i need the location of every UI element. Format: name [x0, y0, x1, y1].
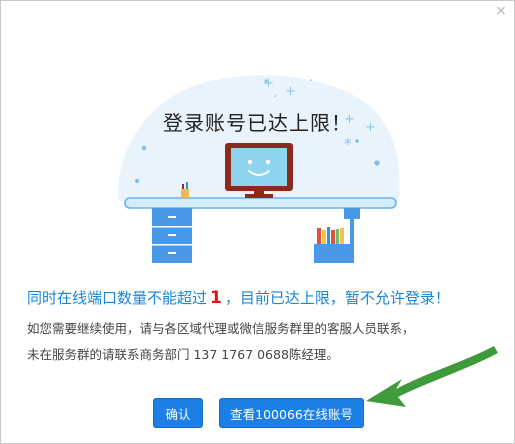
- svg-text:+: +: [365, 120, 376, 135]
- monitor-smile-icon: [225, 143, 293, 198]
- limit-message-suffix: ，目前已达上限，暂不允许登录！: [224, 289, 450, 307]
- illustration: + + · + + * ·: [118, 74, 400, 263]
- desk-top: [124, 197, 397, 209]
- svg-text:*: *: [344, 135, 352, 153]
- svg-text:+: +: [263, 76, 274, 91]
- view-online-accounts-button[interactable]: 查看100066在线账号: [219, 398, 364, 428]
- login-limit-dialog: × + + · + + * · 登录账号已达上限！ 同时在线端口数量不能超过 1…: [0, 0, 515, 444]
- limit-message: 同时在线端口数量不能超过 1 ，目前已达上限，暂不允许登录！: [27, 287, 497, 308]
- limit-message-prefix: 同时在线端口数量不能超过: [27, 289, 208, 307]
- confirm-button[interactable]: 确认: [153, 398, 203, 428]
- desk-drawer-icon: [152, 208, 192, 263]
- contact-text-1: 如您需要继续使用，请与各区域代理或微信服务群里的客服人员联系，: [27, 321, 415, 336]
- svg-text:·: ·: [309, 74, 313, 89]
- limit-count: 1: [210, 288, 222, 308]
- arrow-pointer-icon: [366, 346, 498, 407]
- svg-text:·: ·: [273, 90, 277, 105]
- books-icon: [317, 227, 344, 244]
- svg-text:+: +: [285, 84, 296, 99]
- dialog-title: 登录账号已达上限！: [163, 111, 352, 135]
